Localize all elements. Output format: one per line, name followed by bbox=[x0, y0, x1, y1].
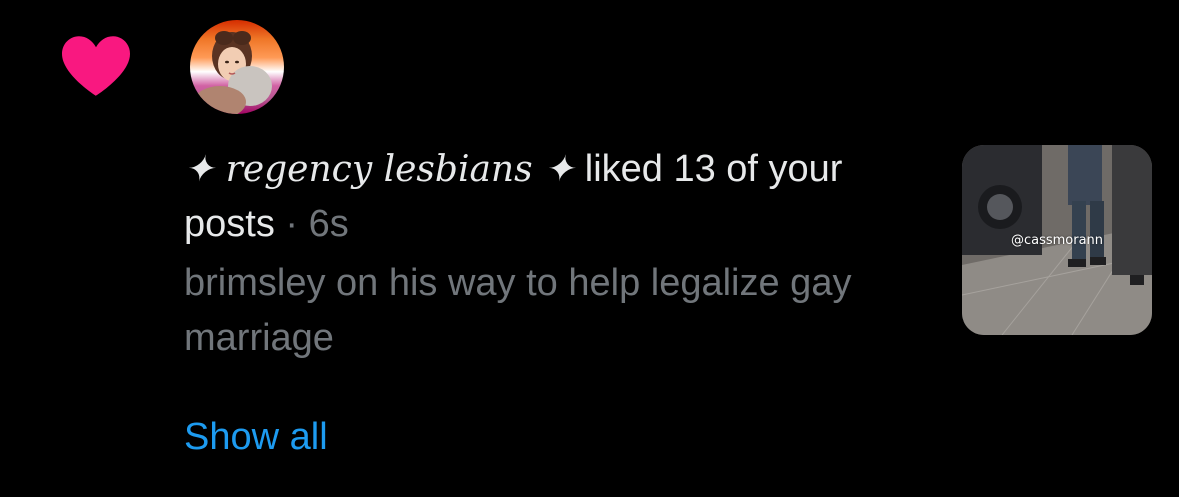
timestamp: 6s bbox=[308, 203, 349, 245]
user-avatar[interactable] bbox=[190, 20, 284, 114]
post-thumbnail[interactable]: @cassmorann bbox=[962, 145, 1152, 335]
thumbnail-watermark: @cassmorann bbox=[1010, 233, 1104, 248]
heart-icon bbox=[62, 36, 130, 96]
display-name[interactable]: ✦ regency lesbians ✦ bbox=[184, 149, 574, 190]
notification-text: ✦ regency lesbians ✦ liked 13 of your po… bbox=[184, 142, 904, 366]
post-snippet[interactable]: brimsley on his way to help legalize gay… bbox=[184, 256, 904, 366]
like-notification[interactable]: ✦ regency lesbians ✦ liked 13 of your po… bbox=[0, 0, 1179, 497]
separator: · bbox=[274, 203, 309, 245]
notification-headline: ✦ regency lesbians ✦ liked 13 of your po… bbox=[184, 142, 904, 252]
show-all-link[interactable]: Show all bbox=[184, 410, 328, 465]
